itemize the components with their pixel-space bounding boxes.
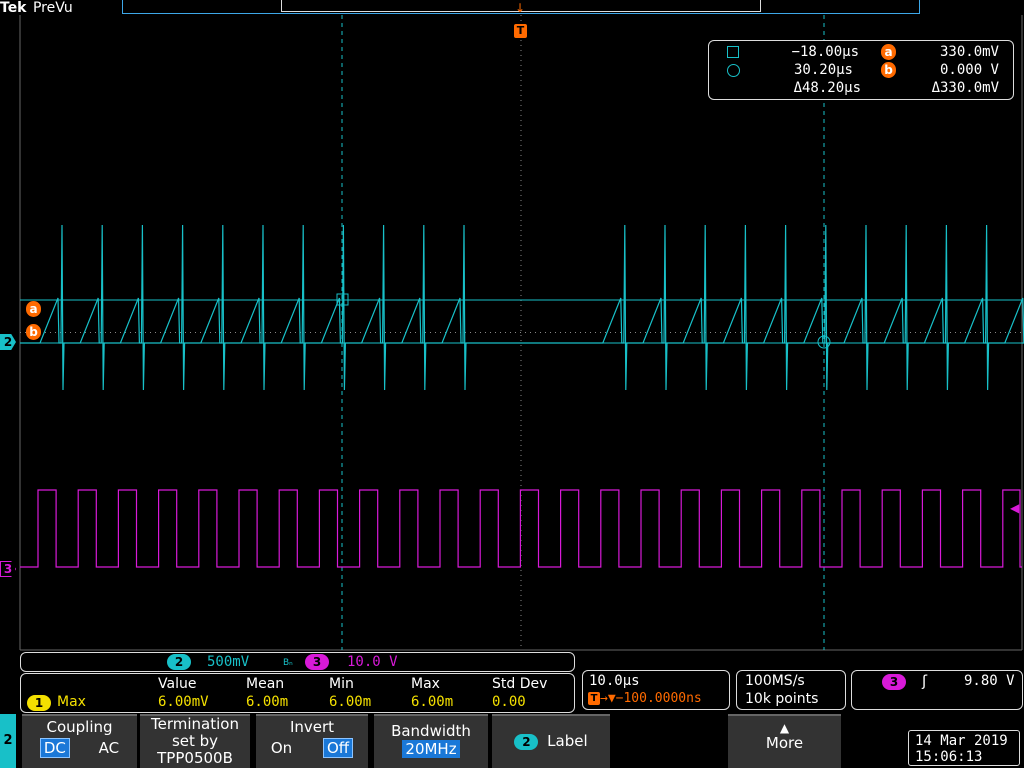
bandwidth-button[interactable]: Bandwidth 20MHz	[374, 714, 488, 768]
termination-button[interactable]: Termination set by TPP0500B	[140, 714, 250, 768]
invert-button[interactable]: Invert On Off	[256, 714, 368, 768]
measurement-source-badge: 1	[27, 695, 51, 711]
date: 14 Mar 2019	[915, 733, 1008, 749]
trigger-level-arrow-icon: ◀	[1010, 501, 1020, 515]
trigger-position-arrow-icon: ↓	[515, 1, 526, 15]
channel-3-scale[interactable]: 10.0 V	[347, 653, 398, 671]
bandwidth-value: 20MHz	[402, 740, 460, 758]
up-arrow-icon: ▲	[779, 721, 790, 735]
horizontal-settings-panel[interactable]: 10.0μs T →▼−100.0000ns	[582, 670, 730, 710]
meas-header-value: Value	[158, 676, 197, 692]
channel-3-waveform	[20, 489, 1022, 568]
menu-channel-tab[interactable]: 2	[0, 714, 16, 768]
meas-header-mean: Mean	[246, 676, 285, 692]
trigger-level: 9.80 V	[964, 673, 1015, 689]
coupling-dc-option[interactable]: DC	[39, 738, 70, 758]
label-channel-badge: 2	[514, 734, 539, 750]
circle-cursor-icon	[727, 64, 740, 77]
invert-off-option[interactable]: Off	[322, 738, 354, 758]
bandwidth-label: Bandwidth	[391, 722, 471, 740]
meas-mean: 6.00m	[246, 694, 289, 710]
trigger-source-badge: 3	[882, 674, 906, 690]
cursor-a-level-marker[interactable]: a	[26, 301, 41, 317]
invert-label: Invert	[289, 718, 335, 736]
meas-stddev: 0.00	[492, 694, 526, 710]
cursor-b-level-marker[interactable]: b	[26, 324, 41, 340]
channel-scale-bar[interactable]: 2 500mV Bₙ 3 10.0 V	[20, 652, 575, 672]
meas-header-max: Max	[411, 676, 440, 692]
invert-on-option[interactable]: On	[271, 739, 292, 757]
sample-rate: 100MS/s	[745, 673, 805, 689]
acquisition-status: PreVu	[32, 0, 73, 16]
label-button[interactable]: 2 Label	[492, 714, 610, 768]
cursor-delta-value: Δ330.0mV	[931, 80, 999, 96]
record-length: 10k points	[745, 691, 819, 707]
channel-2-badge[interactable]: 2	[167, 654, 191, 670]
termination-line2: set by	[171, 732, 219, 750]
channel-2-scale[interactable]: 500mV	[207, 653, 249, 671]
termination-line3: TPP0500B	[157, 749, 233, 767]
label-button-text: Label	[547, 732, 588, 750]
rising-edge-icon: ʃ	[922, 672, 928, 690]
cursor-a-time: −18.00μs	[791, 44, 859, 60]
measurement-panel[interactable]: Value Mean Min Max Std Dev 1 Max 6.00mV …	[20, 673, 575, 713]
datetime-panel: 14 Mar 2019 15:06:13	[908, 730, 1020, 766]
meas-header-stddev: Std Dev	[492, 676, 548, 692]
cursor-delta-time: Δ48.20μs	[793, 80, 861, 96]
cursor-b-time: 30.20μs	[793, 62, 853, 78]
bandwidth-limit-icon: Bₙ	[283, 658, 293, 668]
cursor-b-value: 0.000 V	[939, 62, 999, 78]
trigger-settings-panel[interactable]: 3 ʃ 9.80 V	[851, 670, 1023, 710]
trigger-t-icon: T	[588, 692, 600, 705]
coupling-button[interactable]: Coupling DC AC	[22, 714, 137, 768]
square-cursor-icon	[727, 46, 739, 58]
cursor-a-badge: a	[881, 44, 896, 60]
trigger-position-marker[interactable]: T	[514, 24, 527, 38]
cursor-a-value: 330.0mV	[939, 44, 999, 60]
horizontal-scale: 10.0μs	[589, 673, 640, 689]
meas-header-min: Min	[329, 676, 354, 692]
meas-max: 6.00m	[411, 694, 454, 710]
meas-min: 6.00m	[329, 694, 372, 710]
brand-logo: Tek	[0, 0, 27, 16]
header: Tek PreVu	[0, 0, 73, 18]
cursor-readout-panel[interactable]: −18.00μs a 330.0mV 30.20μs b 0.000 V Δ48…	[708, 40, 1014, 100]
coupling-label: Coupling	[46, 718, 113, 736]
coupling-ac-option[interactable]: AC	[99, 739, 119, 757]
cursor-b-badge: b	[881, 62, 896, 78]
acquisition-panel[interactable]: 100MS/s 10k points	[736, 670, 846, 710]
measurement-type: Max	[57, 694, 86, 710]
more-button[interactable]: ▲ More	[728, 714, 841, 768]
time: 15:06:13	[915, 749, 983, 765]
more-label: More	[765, 734, 804, 752]
meas-value: 6.00mV	[158, 694, 209, 710]
termination-line1: Termination	[151, 715, 239, 733]
channel-2-waveform	[20, 224, 1024, 391]
horizontal-delay: →▼−100.0000ns	[600, 691, 702, 706]
channel-3-badge[interactable]: 3	[305, 654, 329, 670]
